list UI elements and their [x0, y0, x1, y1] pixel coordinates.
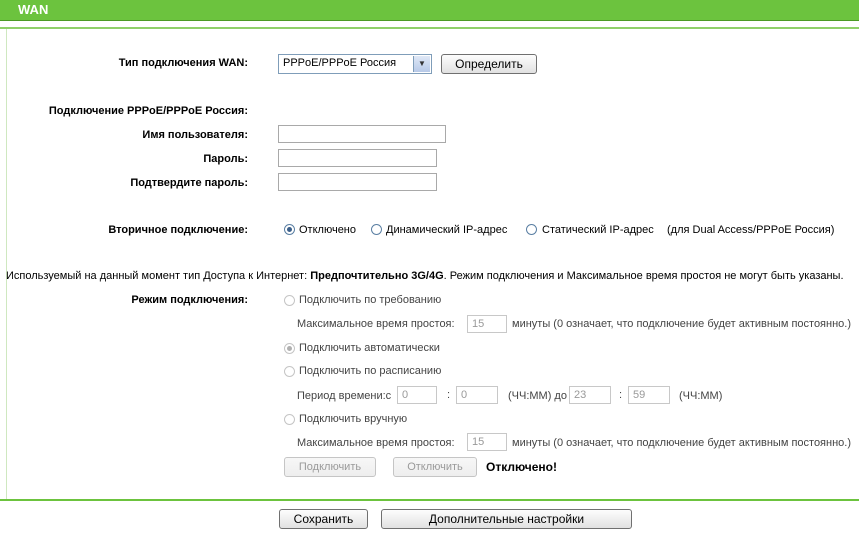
hhmm-label: (ЧЧ:ММ) [679, 390, 723, 402]
idle-time-note-2: минуты (0 означает, что подключение буде… [512, 437, 852, 449]
time-colon: : [447, 389, 451, 401]
chevron-down-icon[interactable]: ▼ [413, 56, 430, 72]
start-hour-input[interactable] [397, 386, 437, 404]
left-border [6, 29, 7, 499]
username-input[interactable] [278, 125, 446, 143]
hhmm-to-label: (ЧЧ:ММ) до [508, 390, 567, 402]
confirm-password-input[interactable] [278, 173, 437, 191]
time-colon-2: : [619, 389, 623, 401]
advanced-settings-button[interactable]: Дополнительные настройки [381, 509, 632, 529]
mode-on-demand-radio[interactable] [284, 295, 295, 306]
idle-time-input[interactable] [467, 315, 507, 333]
connection-status: Отключено! [486, 460, 557, 474]
secondary-disabled-radio[interactable] [284, 224, 295, 235]
secondary-dynamic-radio[interactable] [371, 224, 382, 235]
secondary-static-radio[interactable] [526, 224, 537, 235]
detect-button[interactable]: Определить [441, 54, 537, 74]
secondary-static-label: Статический IP-адрес [542, 224, 654, 236]
secondary-note: (для Dual Access/PPPoE Россия) [667, 224, 835, 236]
mode-on-demand-label: Подключить по требованию [299, 294, 442, 306]
connection-mode-label: Режим подключения: [131, 294, 248, 306]
password-label: Пароль: [203, 153, 248, 165]
mode-schedule-label: Подключить по расписанию [299, 365, 442, 377]
idle-time-label: Максимальное время простоя: [297, 318, 455, 330]
password-input[interactable] [278, 149, 437, 167]
access-type-info: Используемый на данный момент тип Доступ… [6, 270, 859, 282]
end-minute-input[interactable] [628, 386, 670, 404]
mode-schedule-radio[interactable] [284, 366, 295, 377]
page-title: WAN [18, 2, 49, 17]
start-minute-input[interactable] [456, 386, 498, 404]
idle-time-note: минуты (0 означает, что подключение буде… [512, 318, 852, 330]
mode-auto-radio[interactable] [284, 343, 295, 354]
info-bold: Предпочтительно 3G/4G [310, 270, 444, 282]
username-label: Имя пользователя: [142, 129, 248, 141]
mode-manual-radio[interactable] [284, 414, 295, 425]
disconnect-button[interactable]: Отключить [393, 457, 477, 477]
secondary-disabled-label: Отключено [299, 224, 356, 236]
page-header: WAN [0, 0, 859, 21]
period-label: Период времени:с [297, 390, 392, 402]
mode-auto-label: Подключить автоматически [299, 342, 440, 354]
idle-time-label-2: Максимальное время простоя: [297, 437, 455, 449]
end-hour-input[interactable] [569, 386, 611, 404]
info-suffix: . Режим подключения и Максимальное время… [443, 270, 844, 282]
secondary-connection-label: Вторичное подключение: [108, 224, 248, 236]
wan-type-label: Тип подключения WAN: [118, 57, 248, 69]
info-prefix: Используемый на данный момент тип Доступ… [6, 270, 308, 282]
secondary-dynamic-label: Динамический IP-адрес [386, 224, 508, 236]
save-button[interactable]: Сохранить [279, 509, 368, 529]
idle-time-input-2[interactable] [467, 433, 507, 451]
mode-manual-label: Подключить вручную [299, 413, 408, 425]
wan-type-select[interactable]: PPPoE/PPPoE Россия ▼ [278, 54, 432, 74]
pppoe-section-title: Подключение PPPoE/PPPoE Россия: [48, 105, 248, 117]
wan-type-selected: PPPoE/PPPoE Россия [283, 57, 397, 69]
footer-divider [0, 499, 859, 501]
header-divider [0, 27, 859, 29]
confirm-password-label: Подтвердите пароль: [130, 177, 248, 189]
connect-button[interactable]: Подключить [284, 457, 376, 477]
